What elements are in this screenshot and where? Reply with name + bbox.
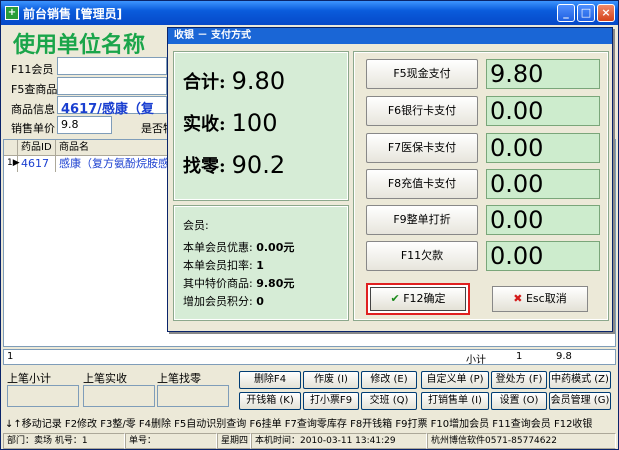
subtotal-qty: 1 — [516, 351, 523, 362]
summary-bar: 1 小计 1 9.8 — [3, 349, 616, 366]
last-change-label: 上笔找零 — [157, 372, 201, 385]
change-label: 找零: — [183, 156, 226, 177]
print-sale-button[interactable]: 打销售单 (I) — [421, 392, 489, 410]
special-value: 9.80元 — [256, 277, 295, 290]
points-label: 增加会员积分: — [183, 295, 253, 308]
special-label: 其中特价商品: — [183, 277, 253, 290]
stored-card-pay-button[interactable]: F8充值卡支付 — [366, 169, 478, 199]
status-time: 本机时间：2010-03-11 13:41:29 — [251, 433, 427, 449]
summary-row-number: 1 — [7, 351, 14, 362]
status-weekday: 星期四 — [217, 433, 251, 449]
last-change-field — [157, 385, 229, 407]
total-value: 9.80 — [231, 67, 286, 95]
points-value: 0 — [256, 295, 264, 308]
title-bar: + 前台销售 [管理员] _ □ × — [1, 1, 618, 25]
member-rate-row: 本单会员扣率: 1 — [183, 257, 264, 273]
discount-value: 0.00元 — [256, 241, 295, 254]
void-button[interactable]: 作废 (I) — [303, 371, 359, 389]
member-label: F11会员 — [11, 63, 54, 76]
change-row: 找零: 90.2 — [183, 151, 285, 179]
status-bar: 部门：卖场 机号：1 单号：TM1201003110001 星期四 本机时间：2… — [3, 433, 618, 449]
bank-card-pay-button[interactable]: F6银行卡支付 — [366, 96, 478, 126]
price-label: 销售单价 — [11, 122, 55, 135]
status-order: 单号：TM1201003110001 — [125, 433, 217, 449]
member-panel: 会员: 本单会员优惠: 0.00元 本单会员扣率: 1 其中特价商品: 9.80… — [173, 205, 349, 321]
medical-card-pay-field[interactable]: 0.00 — [486, 133, 600, 163]
member-discount-row: 本单会员优惠: 0.00元 — [183, 239, 294, 255]
last-received-field — [83, 385, 155, 407]
totals-panel: 合计: 9.80 实收: 100 找零: 90.2 — [173, 51, 349, 201]
app-icon: + — [5, 6, 19, 20]
rate-label: 本单会员扣率: — [183, 259, 253, 272]
column-header: 药品ID — [18, 140, 56, 155]
member-input[interactable] — [57, 57, 167, 75]
status-vendor: 杭州博信软件0571-85774622 — [427, 433, 616, 449]
shortcut-hint: ↓↑移动记录 F2修改 F3整/零 F4删除 F5自动识别查询 F6挂单 F7查… — [5, 419, 593, 430]
paid-value: 100 — [231, 109, 278, 137]
whole-discount-field[interactable]: 0.00 — [486, 205, 600, 235]
paid-label: 实收: — [183, 114, 226, 135]
rate-value: 1 — [256, 259, 264, 272]
subtotal-amount: 9.8 — [556, 351, 572, 362]
cell-id: 4617 — [18, 156, 56, 172]
discount-label: 本单会员优惠: — [183, 241, 253, 254]
prescription-button[interactable]: 登处方 (F) — [491, 371, 547, 389]
herbal-mode-button[interactable]: 中药模式 (Z) — [549, 371, 611, 389]
total-row: 合计: 9.80 — [183, 67, 285, 95]
price-field: 9.8 — [57, 116, 112, 134]
subtotal-label: 小计 — [466, 355, 486, 366]
settings-button[interactable]: 设置 (O) — [491, 392, 547, 410]
last-subtotal-label: 上笔小计 — [7, 372, 51, 385]
maximize-button[interactable]: □ — [577, 4, 595, 22]
cancel-x-icon: ✖ — [513, 292, 523, 305]
window-title: 前台销售 [管理员] — [23, 6, 123, 21]
modify-button[interactable]: 修改 (E) — [361, 371, 417, 389]
row-marker: 1▶ — [4, 156, 20, 172]
cash-pay-field[interactable]: 9.80 — [486, 59, 600, 89]
cancel-button[interactable]: ✖ Esc取消 — [492, 286, 588, 312]
company-name: 使用单位名称 — [13, 33, 146, 58]
shift-button[interactable]: 交班 (Q) — [361, 392, 417, 410]
credit-field[interactable]: 0.00 — [486, 241, 600, 271]
payment-dialog: 收银 － 支付方式 合计: 9.80 实收: 100 找零: 90.2 会员: … — [167, 27, 613, 332]
check-icon: ✔ — [390, 292, 400, 305]
cancel-label: Esc取消 — [525, 292, 567, 305]
change-value: 90.2 — [231, 151, 286, 179]
member-heading: 会员: — [183, 219, 209, 232]
special-row: 其中特价商品: 9.80元 — [183, 275, 294, 291]
credit-button[interactable]: F11欠款 — [366, 241, 478, 271]
search-input[interactable] — [57, 77, 167, 95]
minimize-button[interactable]: _ — [557, 4, 575, 22]
open-drawer-button[interactable]: 开钱箱 (K) — [239, 392, 301, 410]
cash-pay-button[interactable]: F5现金支付 — [366, 59, 478, 89]
bank-card-pay-field[interactable]: 0.00 — [486, 96, 600, 126]
stored-card-pay-field[interactable]: 0.00 — [486, 169, 600, 199]
points-row: 增加会员积分: 0 — [183, 293, 264, 309]
delete-button[interactable]: 删除F4 — [239, 371, 301, 389]
custom-order-button[interactable]: 自定义单 (P) — [421, 371, 489, 389]
medical-card-pay-button[interactable]: F7医保卡支付 — [366, 133, 478, 163]
print-receipt-button[interactable]: 打小票F9 — [303, 392, 359, 410]
product-label: 商品信息 — [11, 103, 55, 116]
search-label: F5查商品 — [11, 83, 58, 96]
confirm-label: F12确定 — [403, 292, 446, 305]
product-info-field: 4617/感康（复方氨 — [57, 96, 167, 136]
dialog-title: 收银 － 支付方式 — [168, 28, 612, 44]
close-button[interactable]: × — [597, 4, 615, 22]
paid-row: 实收: 100 — [183, 109, 277, 137]
total-label: 合计: — [183, 72, 226, 93]
status-dept: 部门：卖场 机号：1 — [3, 433, 125, 449]
last-received-label: 上笔实收 — [83, 372, 127, 385]
member-management-button[interactable]: 会员管理 (G) — [549, 392, 611, 410]
whole-discount-button[interactable]: F9整单打折 — [366, 205, 478, 235]
last-subtotal-field — [7, 385, 79, 407]
confirm-button[interactable]: ✔ F12确定 — [366, 283, 470, 315]
